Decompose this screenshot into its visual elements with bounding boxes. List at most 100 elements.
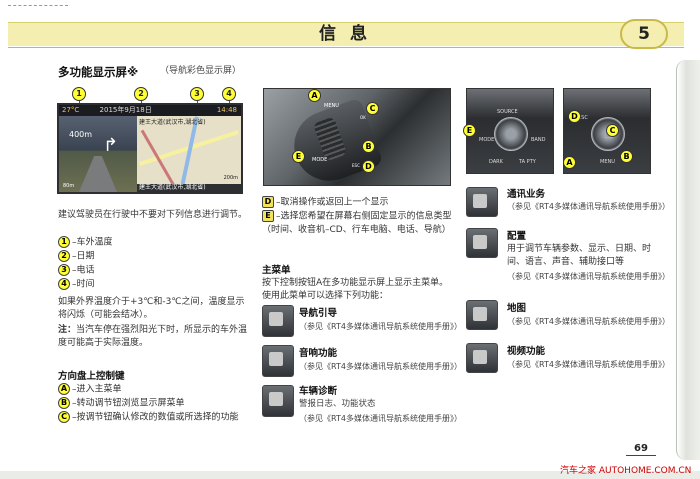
top-dashed-line (8, 5, 68, 6)
screen-small-left: 80m (63, 183, 75, 189)
main-menu-title: 主菜单 (262, 265, 291, 276)
unit-label-e: E (463, 124, 476, 137)
badge-2: 2 (58, 250, 70, 262)
screen-road-bottom: 建王大道(武汉市,湖北省) (137, 184, 241, 192)
diagnostics-thumb-icon (262, 385, 294, 417)
volume-knob (494, 117, 528, 151)
navigation-thumb-icon (262, 305, 294, 337)
info-item-2: 2 –日期 (58, 250, 95, 264)
page-number: 69 (634, 443, 648, 454)
screen-date: 2015年9月18日 (99, 106, 152, 114)
word-ta-pty: TA PTY (519, 159, 536, 165)
display-screen-image: 27°C 2015年9月18日 14:48 400m ↱ 80m 200m 建王… (57, 103, 243, 194)
screen-road-top: 建王大道(武汉市,湖北省) (139, 119, 206, 126)
callout-3: 3 (190, 87, 204, 101)
manual-page: 信息 5 多功能显示屏※ （导航彩色显示屏） 1 2 3 4 27°C 2015… (0, 0, 700, 479)
screen-guidance-view: 400m ↱ 80m (59, 116, 137, 192)
header-rule (8, 47, 684, 48)
telematics-thumb-icon (466, 187, 498, 217)
mid-item-d-text: –取消操作或返回上一个显示 (276, 197, 389, 208)
badge-a: A (58, 383, 70, 395)
thumb-inner (269, 392, 283, 406)
map-road (179, 116, 199, 192)
audio-thumb-icon (262, 345, 294, 377)
info-item-1-text: –车外温度 (72, 237, 113, 248)
photo-label-d: D (362, 160, 375, 173)
info-item-4-text: –时间 (72, 279, 95, 290)
photo-label-e: E (292, 150, 305, 163)
word-esc: ESC (352, 163, 360, 168)
info-item-4: 4 –时间 (58, 278, 95, 292)
menu-entry-navigation: 导航引导 (299, 308, 338, 319)
section-title: 多功能显示屏※ (58, 65, 139, 79)
mid-item-e: E –选择您希望在屏幕右侧固定显示的信息类型（时间、收音机–CD、行车电脑、电话、… (262, 210, 454, 237)
info-item-1: 1 –车外温度 (58, 236, 113, 250)
badge-c: C (58, 411, 70, 423)
thumb-inner (473, 350, 487, 364)
radio-unit-photo: SOURCE MODE BAND DARK TA PTY (466, 88, 554, 174)
callout-1: 1 (72, 87, 86, 101)
road-graphic (79, 156, 117, 192)
screen-status-bar: 27°C 2015年9月18日 14:48 (59, 105, 241, 116)
menu-entry-diagnostics-ref: （参见《RT4多媒体通讯导航系统使用手册》） (299, 414, 462, 423)
menu-entry-telematics-ref: （参见《RT4多媒体通讯导航系统使用手册》） (507, 202, 670, 211)
steering-item-b: B –转动调节钮浏览显示屏菜单 (58, 397, 185, 411)
page-edge (676, 60, 700, 460)
intro-text: 建议驾驶员在行驶中不要对下列信息进行调节。 (58, 210, 248, 220)
mid-item-e-text: –选择您希望在屏幕右侧固定显示的信息类型（时间、收音机–CD、行车电脑、电话、导… (262, 211, 452, 235)
mid-item-d: D –取消操作或返回上一个显示 (262, 196, 389, 210)
badge-4: 4 (58, 278, 70, 290)
menu-entry-video-ref: （参见《RT4多媒体通讯导航系统使用手册》） (507, 360, 670, 369)
menu-entry-telematics: 通讯业务 (507, 189, 546, 200)
word-mode-2: MODE (479, 137, 495, 143)
menu-entry-map: 地图 (507, 303, 527, 314)
video-thumb-icon (466, 343, 498, 373)
screen-time: 14:48 (216, 106, 237, 114)
unit-label-d: D (568, 110, 581, 123)
unit-label-c: C (606, 124, 619, 137)
steering-item-c: C –按调节钮确认修改的数值或所选择的功能 (58, 411, 239, 425)
unit-label-b: B (620, 150, 633, 163)
note-text: 当汽车停在强烈阳光下时，所显示的车外温度可能高于实际温度。 (58, 325, 248, 348)
thumb-inner (473, 194, 487, 208)
badge-e: E (262, 210, 274, 222)
info-item-3: 3 –电话 (58, 264, 95, 278)
word-ok: OK (360, 115, 366, 120)
menu-entry-config-ref: （参见《RT4多媒体通讯导航系统使用手册》） (507, 272, 670, 281)
thumb-inner (473, 235, 487, 249)
screen-temp: 27°C (62, 106, 80, 114)
badge-b: B (58, 397, 70, 409)
temperature-paragraph: 如果外界温度介于+3℃和-3℃之间，温度显示将闪烁（可能会结冰）。 (58, 297, 245, 320)
steering-item-a-text: –进入主菜单 (72, 384, 122, 395)
thumb-inner (473, 307, 487, 321)
menu-entry-config: 配置 (507, 231, 527, 242)
menu-entry-diagnostics-desc: 警报日志、功能状态 (299, 399, 376, 409)
thumb-inner (269, 312, 283, 326)
watermark: 汽车之家 AUTOHOME.COM.CN (560, 466, 692, 476)
info-item-3-text: –电话 (72, 265, 95, 276)
main-menu-intro: 按下控制按钮A在多功能显示屏上显示主菜单。使用此菜单可以选择下列功能： (262, 278, 449, 301)
screen-distance: 400m (69, 130, 93, 139)
steering-control-photo: MENU MODE OK ESC (263, 88, 451, 186)
callout-2: 2 (134, 87, 148, 101)
word-dark: DARK (489, 159, 503, 165)
menu-entry-diagnostics: 车辆诊断 (299, 386, 338, 397)
unit-label-a: A (563, 156, 576, 169)
menu-entry-audio: 音响功能 (299, 348, 338, 359)
chapter-tab: 5 (620, 19, 668, 49)
menu-entry-audio-ref: （参见《RT4多媒体通讯导航系统使用手册》） (299, 362, 462, 371)
page-title: 信息 (319, 24, 381, 44)
screen-map: 200m (137, 116, 241, 192)
badge-3: 3 (58, 264, 70, 276)
map-thumb-icon (466, 300, 498, 330)
section-subtitle: （导航彩色显示屏） (160, 66, 242, 76)
page-number-rule (626, 455, 656, 456)
word-mode: MODE (312, 157, 328, 163)
menu-entry-config-desc: 用于调节车辆参数、显示、日期、时间、语言、声音、辅助接口等 (507, 244, 652, 267)
note-label: 注： (58, 325, 77, 335)
word-source: SOURCE (497, 109, 518, 115)
thumb-inner (269, 352, 283, 366)
steering-title: 方向盘上控制键 (58, 371, 125, 382)
photo-label-b: B (362, 140, 375, 153)
badge-d: D (262, 196, 274, 208)
